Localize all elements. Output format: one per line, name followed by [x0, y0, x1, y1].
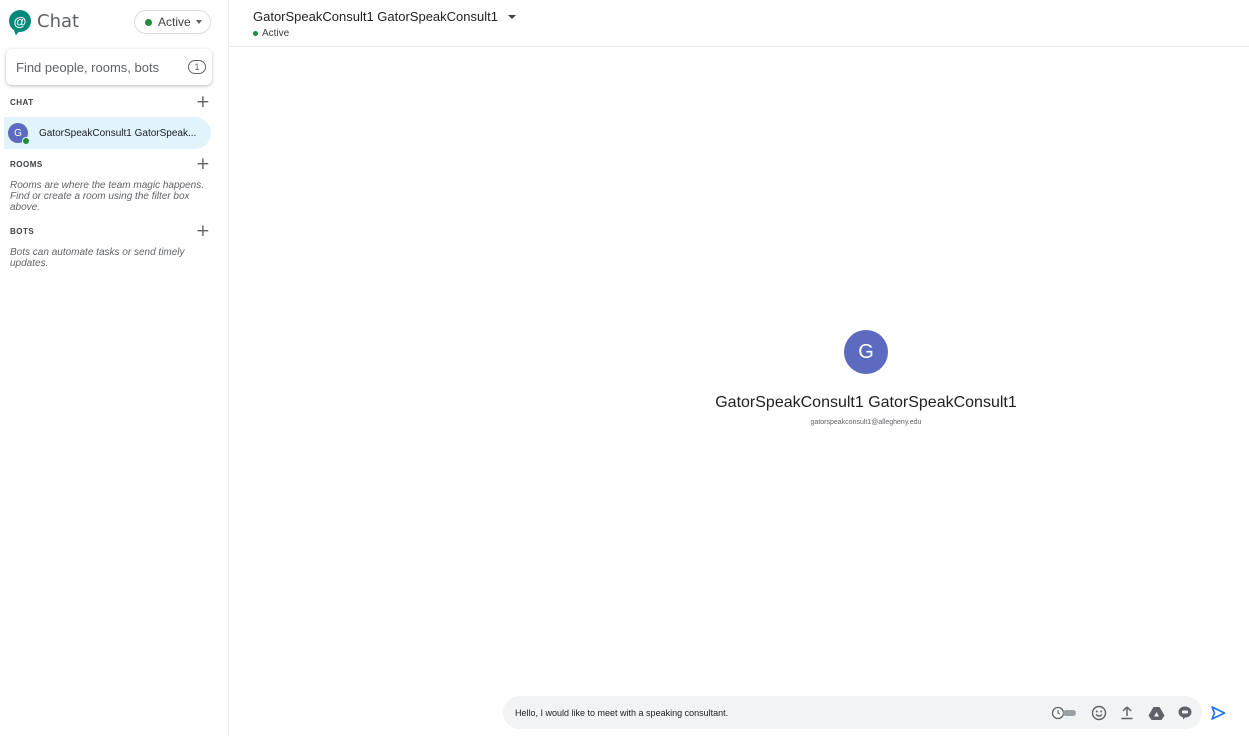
conversation-title: GatorSpeakConsult1 GatorSpeakConsult1: [253, 9, 498, 24]
conversation-title-button[interactable]: GatorSpeakConsult1 GatorSpeakConsult1: [253, 9, 516, 24]
brand[interactable]: @ Chat: [9, 10, 79, 32]
chat-section-title: CHAT: [10, 97, 34, 107]
chat-item-label: GatorSpeakConsult1 GatorSpeak...: [39, 127, 197, 139]
profile-avatar: G: [844, 330, 888, 374]
app-name: Chat: [37, 10, 80, 32]
chevron-down-icon: [507, 14, 516, 19]
sidebar: @ Chat Active 1 CHAT + G GatorSpeakConsu…: [0, 0, 229, 736]
search-input[interactable]: [16, 59, 176, 75]
presence-indicator: [22, 137, 30, 145]
chat-logo-icon: @: [9, 10, 31, 32]
profile-avatar-initial: G: [858, 340, 874, 363]
emoji-icon[interactable]: [1089, 703, 1109, 723]
chat-app: @ Chat Active 1 CHAT + G GatorSpeakConsu…: [0, 0, 1249, 736]
status-dot-icon: [253, 31, 258, 36]
message-input[interactable]: [515, 707, 1035, 718]
add-bot-icon[interactable]: +: [196, 223, 210, 240]
bots-section-header: BOTS +: [10, 223, 210, 240]
bots-hint: Bots can automate tasks or send timely u…: [10, 247, 185, 269]
drive-icon[interactable]: [1146, 703, 1166, 723]
rooms-hint: Rooms are where the team magic happens. …: [10, 180, 204, 213]
conversation-status-label: Active: [262, 28, 290, 39]
bots-section-title: BOTS: [10, 226, 35, 236]
status-dot-icon: [145, 18, 152, 26]
add-room-icon[interactable]: +: [196, 156, 210, 173]
rooms-section-header: ROOMS +: [10, 156, 210, 173]
rooms-section-title: ROOMS: [10, 159, 43, 169]
profile-email: gatorspeakconsult1@allegheny.edu: [810, 419, 922, 426]
conversation-header: GatorSpeakConsult1 GatorSpeakConsult1 Ac…: [229, 0, 1249, 47]
status-label: Active: [158, 15, 191, 29]
conversation-status: Active: [253, 28, 289, 39]
chat-list-item[interactable]: G GatorSpeakConsult1 GatorSpeak...: [4, 117, 211, 149]
avatar: G: [8, 123, 30, 145]
meet-icon[interactable]: [1175, 703, 1195, 723]
chat-section-header: CHAT +: [10, 94, 210, 111]
message-composer: [503, 696, 1202, 729]
chevron-down-icon: [195, 20, 202, 24]
search-box[interactable]: 1: [6, 49, 212, 85]
send-icon[interactable]: [1208, 703, 1228, 723]
profile-name: GatorSpeakConsult1 GatorSpeakConsult1: [715, 394, 1017, 411]
status-selector[interactable]: Active: [134, 10, 211, 34]
shortcut-badge: 1: [188, 60, 206, 74]
upload-icon[interactable]: [1117, 703, 1137, 723]
add-chat-icon[interactable]: +: [196, 94, 210, 111]
history-toggle-icon[interactable]: [1050, 703, 1080, 723]
avatar-initial: G: [14, 127, 22, 139]
